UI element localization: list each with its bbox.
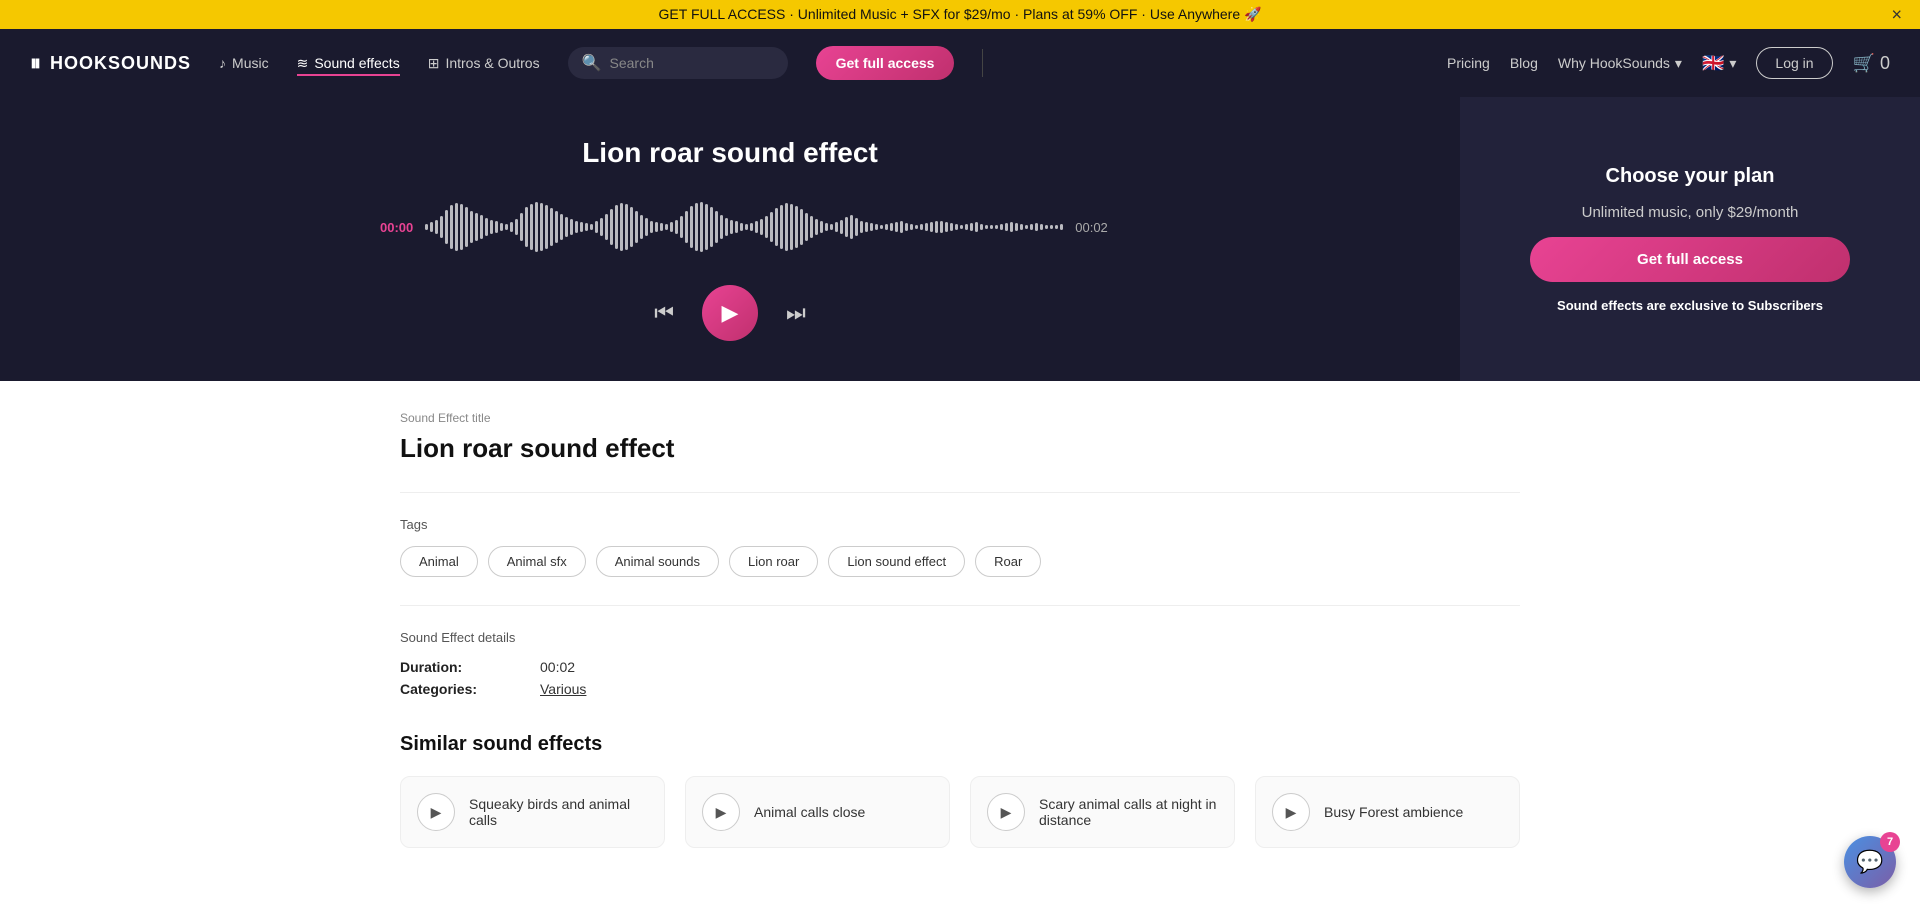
section-title: Lion roar sound effect: [400, 433, 1520, 464]
duration-val: 00:02: [540, 659, 575, 675]
divider-2: [400, 605, 1520, 606]
nav-right: Pricing Blog Why HookSounds ▾ 🇬🇧 ▾ Log i…: [1447, 47, 1890, 79]
music-icon: ♪: [219, 55, 226, 71]
waveform-container: 00:00 00:02: [380, 197, 1080, 257]
play-button[interactable]: ▶: [702, 285, 758, 341]
section-label: Sound Effect title: [400, 411, 1520, 425]
tag-item[interactable]: Roar: [975, 546, 1041, 577]
tag-item[interactable]: Lion roar: [729, 546, 818, 577]
navbar: ⏸ HOOKSOUNDS ♪ Music ≋ Sound effects ⊞ I…: [0, 29, 1920, 97]
top-banner: GET FULL ACCESS · Unlimited Music + SFX …: [0, 0, 1920, 29]
similar-grid: ▶ Squeaky birds and animal calls ▶ Anima…: [400, 776, 1520, 848]
duration-row: Duration: 00:02: [400, 659, 1520, 675]
plan-note: Sound effects are exclusive to Subscribe…: [1557, 298, 1823, 313]
hero-section: Lion roar sound effect 00:00 00:02 ⏮ ▶ ⏭…: [0, 97, 1920, 381]
intros-icon: ⊞: [428, 55, 440, 72]
chevron-down-icon: ▾: [1675, 55, 1682, 72]
why-hooksounds-dropdown[interactable]: Why HookSounds ▾: [1558, 55, 1682, 72]
tag-item[interactable]: Animal sfx: [488, 546, 586, 577]
waveform: [425, 197, 1063, 257]
categories-val: Various: [540, 681, 586, 697]
similar-card: ▶ Squeaky birds and animal calls: [400, 776, 665, 848]
logo-link[interactable]: ⏸ HOOKSOUNDS: [30, 50, 191, 76]
banner-close-button[interactable]: ×: [1891, 4, 1902, 25]
logo-text: HOOKSOUNDS: [50, 53, 191, 74]
chevron-down-icon-lang: ▾: [1729, 55, 1736, 72]
duration-key: Duration:: [400, 659, 540, 675]
language-dropdown[interactable]: 🇬🇧 ▾: [1702, 53, 1736, 74]
time-start: 00:00: [380, 220, 413, 235]
chat-badge: 7: [1880, 832, 1900, 852]
similar-item-name: Busy Forest ambience: [1324, 804, 1463, 820]
similar-play-button[interactable]: ▶: [702, 793, 740, 831]
sound-effects-icon: ≋: [297, 55, 309, 72]
blog-link[interactable]: Blog: [1510, 55, 1538, 71]
time-end: 00:02: [1075, 220, 1108, 235]
tags-list: Animal Animal sfx Animal sounds Lion roar Li…: [400, 546, 1520, 577]
hero-left: Lion roar sound effect 00:00 00:02 ⏮ ▶ ⏭: [0, 97, 1460, 381]
similar-card: ▶ Animal calls close: [685, 776, 950, 848]
similar-play-button[interactable]: ▶: [417, 793, 455, 831]
details-label: Sound Effect details: [400, 630, 1520, 645]
similar-card: ▶ Busy Forest ambience: [1255, 776, 1520, 848]
content-section: Sound Effect title Lion roar sound effec…: [360, 381, 1560, 733]
hero-get-full-access-button[interactable]: Get full access: [1530, 237, 1850, 282]
categories-link[interactable]: Various: [540, 681, 586, 697]
categories-key: Categories:: [400, 681, 540, 697]
rewind-button[interactable]: ⏮: [654, 300, 674, 326]
pricing-link[interactable]: Pricing: [1447, 55, 1490, 71]
logo-icon: ⏸: [30, 50, 42, 76]
chat-bubble[interactable]: 💬 7: [1844, 836, 1896, 888]
chat-icon: 💬: [1856, 849, 1883, 875]
hero-title: Lion roar sound effect: [582, 137, 878, 169]
navbar-get-full-access-button[interactable]: Get full access: [816, 46, 955, 80]
similar-play-button[interactable]: ▶: [987, 793, 1025, 831]
tag-item[interactable]: Animal: [400, 546, 478, 577]
login-button[interactable]: Log in: [1756, 47, 1832, 79]
similar-item-name: Animal calls close: [754, 804, 865, 820]
hero-right: Choose your plan Unlimited music, only $…: [1460, 97, 1920, 381]
nav-divider: [982, 49, 983, 77]
search-input[interactable]: [610, 55, 774, 71]
similar-section: Similar sound effects ▶ Squeaky birds an…: [360, 733, 1560, 888]
nav-intros-outros[interactable]: ⊞ Intros & Outros: [428, 51, 540, 76]
flag-icon: 🇬🇧: [1702, 53, 1724, 74]
plan-subtitle: Unlimited music, only $29/month: [1582, 204, 1799, 221]
tag-item[interactable]: Lion sound effect: [828, 546, 965, 577]
fast-forward-button[interactable]: ⏭: [786, 300, 806, 326]
tag-item[interactable]: Animal sounds: [596, 546, 719, 577]
player-controls: ⏮ ▶ ⏭: [654, 285, 806, 341]
similar-item-name: Squeaky birds and animal calls: [469, 796, 648, 828]
divider-1: [400, 492, 1520, 493]
search-icon: 🔍: [582, 53, 602, 73]
nav-sound-effects[interactable]: ≋ Sound effects: [297, 51, 400, 76]
plan-title: Choose your plan: [1606, 165, 1775, 188]
categories-row: Categories: Various: [400, 681, 1520, 697]
similar-card: ▶ Scary animal calls at night in distanc…: [970, 776, 1235, 848]
similar-item-name: Scary animal calls at night in distance: [1039, 796, 1218, 828]
nav-music[interactable]: ♪ Music: [219, 51, 269, 75]
cart-icon[interactable]: 🛒 0: [1853, 53, 1890, 74]
banner-text: GET FULL ACCESS · Unlimited Music + SFX …: [659, 6, 1262, 22]
similar-title: Similar sound effects: [400, 733, 1520, 756]
search-box[interactable]: 🔍: [568, 47, 788, 79]
similar-play-button[interactable]: ▶: [1272, 793, 1310, 831]
tags-label: Tags: [400, 517, 1520, 532]
